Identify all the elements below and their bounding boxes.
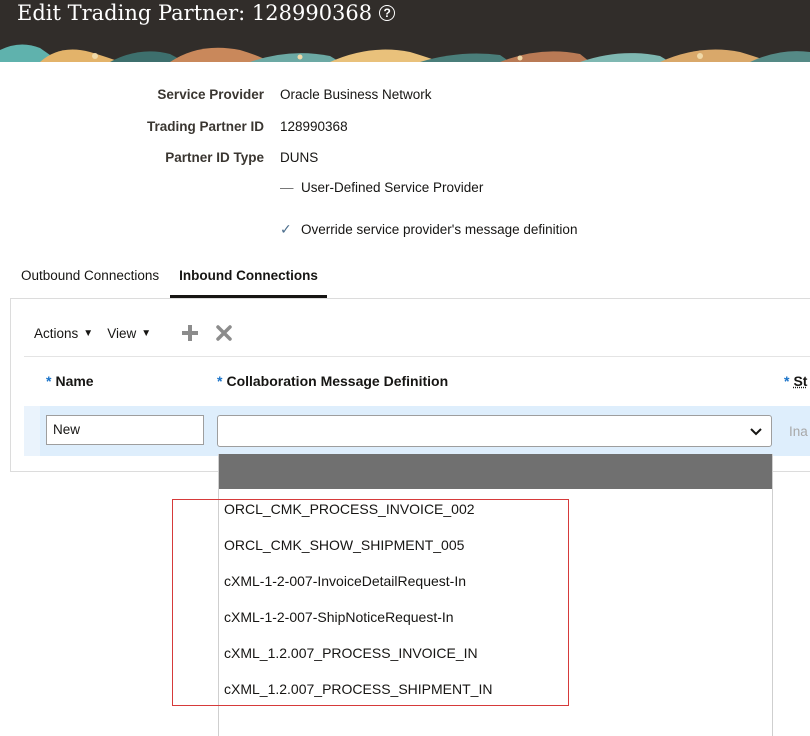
tab-inbound-connections[interactable]: Inbound Connections xyxy=(170,262,327,298)
required-marker: * xyxy=(217,373,222,389)
partner-id-type-value: DUNS xyxy=(280,150,318,165)
page-header: Edit Trading Partner: 128990368 ? xyxy=(0,0,810,62)
plus-icon[interactable] xyxy=(179,322,201,344)
page-title: Edit Trading Partner: 128990368 xyxy=(17,1,372,25)
dropdown-highlighted-option[interactable] xyxy=(219,454,772,489)
user-defined-checkbox[interactable]: — User-Defined Service Provider xyxy=(280,180,483,195)
checkmark-icon: ✓ xyxy=(280,221,296,238)
row-selector[interactable] xyxy=(24,406,40,456)
title-wrap: Edit Trading Partner: 128990368 ? xyxy=(17,0,395,26)
required-marker: * xyxy=(46,373,51,389)
column-header-status[interactable]: * St xyxy=(784,373,807,389)
connection-tabs: Outbound Connections Inbound Connections xyxy=(12,262,327,298)
unchecked-dash-icon: — xyxy=(280,180,296,195)
trading-partner-id-value: 128990368 xyxy=(280,119,348,134)
dropdown-option[interactable]: cXML_1.2.007_PROCESS_SHIPMENT_IN xyxy=(224,681,492,697)
column-name-label: Name xyxy=(55,373,93,389)
service-provider-value: Oracle Business Network xyxy=(280,87,432,102)
column-definition-label: Collaboration Message Definition xyxy=(226,373,448,389)
dropdown-option[interactable]: ORCL_CMK_SHOW_SHIPMENT_005 xyxy=(224,537,464,553)
caret-down-icon: ▼ xyxy=(83,328,93,339)
name-input[interactable]: New xyxy=(46,415,204,445)
message-definition-select[interactable] xyxy=(217,415,772,447)
required-marker: * xyxy=(784,373,789,389)
help-icon[interactable]: ? xyxy=(379,5,395,21)
column-header-definition[interactable]: * Collaboration Message Definition xyxy=(217,373,448,389)
service-provider-label: Service Provider xyxy=(157,87,264,102)
override-label: Override service provider's message defi… xyxy=(301,222,577,237)
x-icon[interactable] xyxy=(213,322,235,344)
dropdown-option[interactable]: cXML_1.2.007_PROCESS_INVOICE_IN xyxy=(224,645,478,661)
dropdown-option[interactable]: ORCL_CMK_PROCESS_INVOICE_002 xyxy=(224,501,475,517)
view-label: View xyxy=(107,326,136,341)
view-menu[interactable]: View ▼ xyxy=(107,326,151,341)
trading-partner-id-label: Trading Partner ID xyxy=(147,119,264,134)
tab-outbound-connections[interactable]: Outbound Connections xyxy=(12,262,168,296)
table-header: * Name * Collaboration Message Definition … xyxy=(24,356,810,407)
caret-down-icon: ▼ xyxy=(141,328,151,339)
actions-label: Actions xyxy=(34,326,78,341)
column-header-name[interactable]: * Name xyxy=(46,373,94,389)
user-defined-label: User-Defined Service Provider xyxy=(301,180,483,195)
partner-id-type-label: Partner ID Type xyxy=(165,150,264,165)
definition-dropdown-list: ORCL_CMK_PROCESS_INVOICE_002 ORCL_CMK_SH… xyxy=(218,454,773,736)
chevron-down-icon xyxy=(747,422,765,440)
dropdown-option[interactable]: cXML-1-2-007-InvoiceDetailRequest-In xyxy=(224,573,466,589)
dropdown-option[interactable]: cXML-1-2-007-ShipNoticeRequest-In xyxy=(224,609,454,625)
actions-menu[interactable]: Actions ▼ xyxy=(34,326,93,341)
column-status-label: St xyxy=(793,373,807,389)
status-value: Ina xyxy=(789,424,808,439)
table-toolbar: Actions ▼ View ▼ xyxy=(24,322,235,344)
override-checkbox[interactable]: ✓ Override service provider's message de… xyxy=(280,221,577,238)
